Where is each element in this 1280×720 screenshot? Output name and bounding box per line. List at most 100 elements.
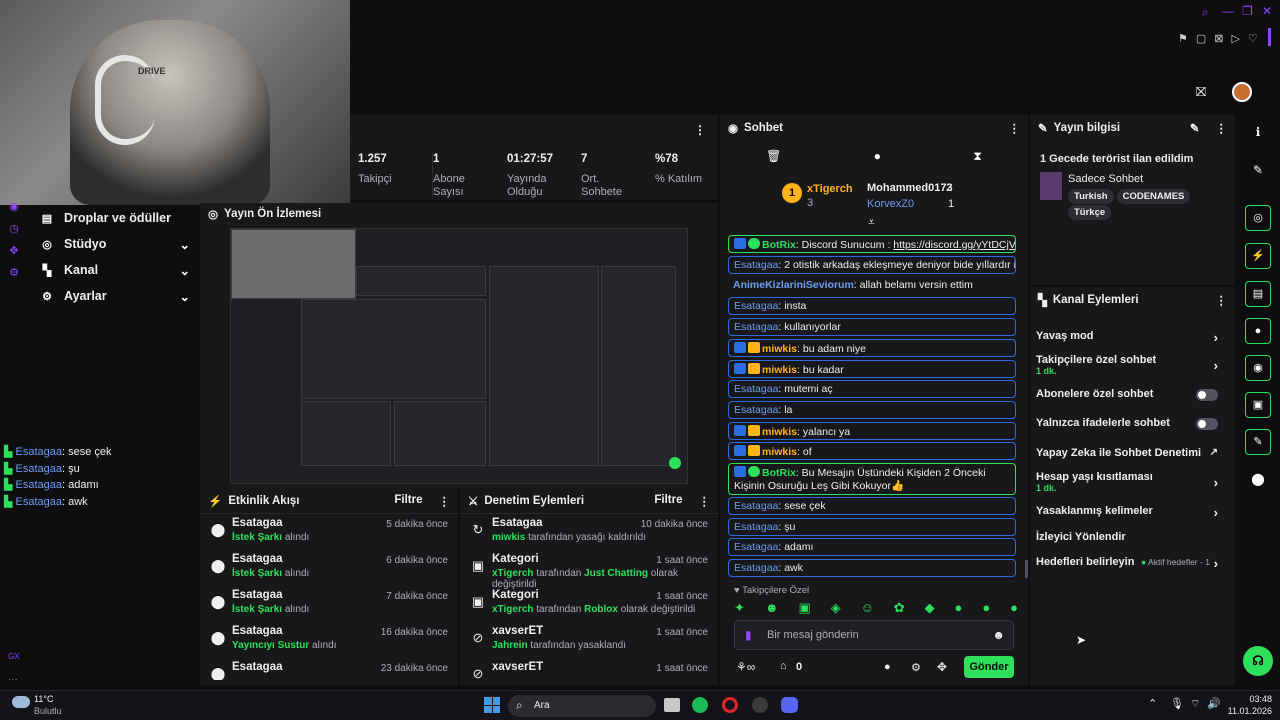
list-item[interactable]: ⬤ Esatagaa 16 dakika önce Yayıncıyı Sustur … [200,622,458,658]
tag[interactable]: CODENAMES [1116,189,1191,204]
nav-channel[interactable]: ▚ Kanal ⌄ [30,257,200,283]
restore-icon[interactable]: ❐ [1242,4,1253,18]
expand-icon[interactable]: ⩡ [868,215,875,230]
nav-studio[interactable]: ◎ Stüdyo ⌄ [30,231,200,257]
emote-icon[interactable]: ☻ [765,600,779,616]
edit-icon[interactable]: ✎ [1190,121,1200,135]
tag[interactable]: Türkçe [1068,205,1112,220]
opera-gx-icon[interactable] [722,697,738,713]
chevron-up-icon[interactable]: ⌃ [1148,697,1157,710]
action-banned-words[interactable]: Yasaklanmış kelimeler › [1036,505,1226,520]
files-icon[interactable] [664,698,680,712]
toolbar-icons[interactable]: ⚑▢⊠▷♡ [1178,32,1266,45]
action-slow-mode[interactable]: Yavaş mod › [1036,330,1226,345]
points-icon[interactable]: ⚘∞ [736,660,755,674]
taskbar-search[interactable]: ⌕ Ara [508,695,656,717]
modlog-icon[interactable]: ▣ [1245,392,1271,418]
chat-user[interactable]: Esatagaa [734,521,778,533]
edit-icon[interactable]: ✎ [1245,158,1271,184]
bubble-icon[interactable]: ● [874,149,881,163]
chat-user[interactable]: miwkis [762,426,797,438]
emoji-icon[interactable]: ☻ [992,628,1005,642]
gift-icon[interactable]: ⛝ [1196,84,1206,100]
chat-icon[interactable]: ● [1245,318,1271,344]
windows-start-icon[interactable] [484,697,500,713]
settings-icon[interactable]: ⚙ [0,266,28,288]
filter-button[interactable]: Filtre [394,494,422,508]
more-icon[interactable]: ⋮ [439,494,451,508]
chat-user[interactable]: miwkis [762,364,797,376]
emote-icon[interactable]: ☺ [861,600,874,616]
chat-scrollbar[interactable] [1025,560,1028,578]
drops-icon[interactable]: ◉ [0,200,28,222]
clock-time[interactable]: 03:48 [1236,694,1272,704]
more-icon[interactable]: ⋮ [699,494,711,508]
chat-user[interactable]: Esatagaa [734,259,778,271]
filter-button[interactable]: Filtre [654,494,682,508]
chat-user[interactable]: Esatagaa [734,562,778,574]
more-icon[interactable]: … [8,672,18,683]
more-icon[interactable]: ⋮ [1009,121,1021,135]
emote-icon[interactable]: ● [982,600,990,616]
list-item[interactable]: ⬤ Esatagaa 6 dakika önce İstek Şarkı alındı [200,550,458,586]
info-icon[interactable]: ℹ [1245,120,1271,146]
broadcast-icon[interactable]: ◉ [1245,355,1271,381]
clock-icon[interactable]: ◷ [0,222,28,244]
weather-temp[interactable]: 11°C [34,694,53,704]
category-name[interactable]: Sadece Sohbet [1068,173,1143,185]
chat-user[interactable]: miwkis [762,343,797,355]
chat-user[interactable]: BotRix [762,239,796,251]
mic-icon[interactable]: 🎙 [1170,697,1184,710]
emote-icon[interactable]: ✿ [894,600,905,616]
list-icon[interactable]: ▤ [1245,281,1271,307]
nav-drops[interactable]: ▤ Droplar ve ödüller [30,205,200,231]
discord-icon[interactable] [781,697,798,713]
toggle-switch[interactable] [1196,389,1218,401]
search-icon[interactable]: ⌕ [1202,5,1209,20]
chat-user[interactable]: AnimeKizlariniSeviorum [733,279,854,291]
hourglass-icon[interactable]: ⧗ [973,149,981,164]
action-followers-only[interactable]: Takipçilere özel sohbet 1 dk. › [1036,354,1226,376]
close-icon[interactable]: ✕ [1262,4,1272,18]
list-item[interactable]: ⬤ Esatagaa 5 dakika önce İstek Şarkı alındı [200,514,458,550]
more-icon[interactable]: ⋮ [694,123,706,137]
emote-icon[interactable]: ◈ [831,600,841,616]
weather-text[interactable]: Bulutlu [34,706,62,716]
wrench-icon[interactable]: ✎ [1245,429,1271,455]
emote-icon[interactable]: ▣ [798,600,810,616]
list-item[interactable]: ⬤ Esatagaa 23 dakika önce [200,658,458,680]
trash-icon[interactable]: 🗑 [766,149,781,163]
nav-settings[interactable]: ⚙ Ayarlar ⌄ [30,283,200,309]
chat-user[interactable]: Esatagaa [734,321,778,333]
action-emote-only[interactable]: Yalnızca ifadelerle sohbet [1036,417,1226,430]
wifi-icon[interactable]: ⌔ [1190,697,1200,711]
list-item[interactable]: ▣ Kategori 1 saat önce xTigerch tarafından … [460,586,718,622]
emote-icon[interactable]: ✦ [734,600,745,616]
list-item[interactable]: ▣ Kategori 1 saat önce xTigerch tarafından … [460,550,718,590]
help-icon[interactable]: ☊ [1243,646,1273,676]
bolt-icon[interactable]: ⚡ [1245,243,1271,269]
emote-icon[interactable]: ● [1010,600,1018,616]
chat-user[interactable]: Esatagaa [734,383,778,395]
store-icon[interactable]: ⌂ [780,660,787,672]
avatar[interactable] [1232,82,1252,102]
clock-date[interactable]: 11.01.2026 [1222,706,1272,716]
puzzle-icon[interactable]: ✥ [0,244,28,266]
chat-user[interactable]: miwkis [762,446,797,458]
list-item[interactable]: ↻ Esatagaa 10 dakika önce miwkis tarafından… [460,514,718,550]
list-item[interactable]: ⊘ xavserET 1 saat önce Jahrein tarafından y… [460,622,718,658]
emote-icon[interactable]: ● [955,600,963,616]
app-icon[interactable] [752,697,768,713]
volume-icon[interactable]: 🔊 [1207,697,1221,710]
action-raid[interactable]: İzleyici Yönlendir [1036,531,1226,543]
action-goals[interactable]: Hedefleri belirleyin ● Aktif hedefler - 1… [1036,556,1226,571]
list-item[interactable]: ⬤ Esatagaa 7 dakika önce İstek Şarkı alındı [200,586,458,622]
puzzle-icon[interactable]: ✥ [937,660,947,674]
points-icon[interactable]: ⬤ [1245,467,1271,493]
chat-user[interactable]: Esatagaa [734,541,778,553]
action-sub-only[interactable]: Abonelere özel sohbet [1036,388,1226,401]
gear-icon[interactable]: ⚙ [911,661,921,674]
toggle-switch[interactable] [1196,418,1218,430]
more-icon[interactable]: ⋮ [1216,293,1228,307]
more-icon[interactable]: ⋮ [1216,121,1228,135]
